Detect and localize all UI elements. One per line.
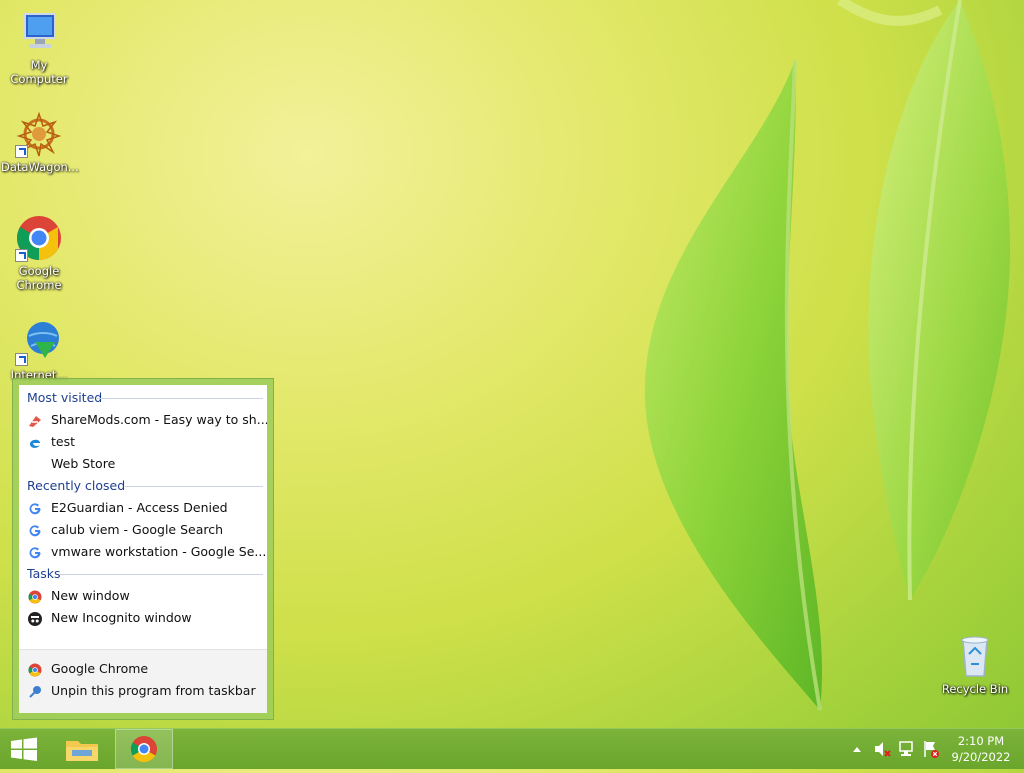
google-icon [28,523,42,537]
desktop-icon-label: DataWagon... [1,160,79,174]
jumplist-item-test[interactable]: test [19,431,267,453]
datawagon-logo-icon [15,110,63,158]
desktop-icon-internet-download-manager[interactable]: Internet... [1,318,77,382]
shortcut-arrow-icon [15,353,28,366]
taskbar-clock[interactable]: 2:10 PM 9/20/2022 [948,729,1014,773]
computer-icon [15,8,63,56]
action-center-button[interactable] [921,729,941,769]
volume-muted-button[interactable] [872,729,892,769]
chrome-icon [28,662,42,677]
file-explorer-button[interactable] [58,729,106,769]
jumplist-pinned-section: Google Chrome Unpin this program from ta… [19,649,267,713]
jumplist-item-e2guardian[interactable]: E2Guardian - Access Denied [19,497,267,519]
desktop-icon-my-computer[interactable]: My Computer [1,8,77,86]
shortcut-arrow-icon [15,249,28,262]
chevron-up-icon [853,747,861,752]
section-tasks: Tasks [19,563,267,585]
network-icon [899,741,913,756]
chrome-icon [15,214,63,262]
windows-logo-icon [11,737,37,761]
desktop-icon-datawagon[interactable]: DataWagon... [1,110,79,174]
clock-time: 2:10 PM [957,734,1005,748]
google-icon [28,501,42,515]
desktop-icon-label: Recycle Bin [941,682,1009,696]
jumplist-item-new-window[interactable]: New window [19,585,267,607]
google-icon [28,545,42,559]
jumplist-item-google-chrome[interactable]: Google Chrome [19,658,267,680]
show-hidden-icons-button[interactable] [850,729,864,769]
jumplist-item-sharemods[interactable]: ShareMods.com - Easy way to sh... [19,409,267,431]
chrome-jumplist: Most visited ShareMods.com - Easy way to… [19,385,267,713]
flag-error-icon [924,741,939,758]
chrome-icon [130,736,157,763]
chrome-icon [28,589,42,604]
taskbar: 2:10 PM 9/20/2022 [0,728,1024,769]
desktop-icon-recycle-bin[interactable]: Recycle Bin [937,632,1013,696]
jumplist-item-web-store[interactable]: Web Store [19,453,267,475]
start-button[interactable] [0,729,48,769]
jumplist-item-new-incognito-window[interactable]: New Incognito window [19,607,267,629]
globe-download-icon [15,318,63,366]
section-most-visited: Most visited [19,387,267,409]
taskbar-chrome-button[interactable] [115,729,173,769]
speaker-muted-icon [875,742,891,757]
section-recently-closed: Recently closed [19,475,267,497]
jumplist-item-unpin[interactable]: Unpin this program from taskbar [19,680,267,702]
jumplist-item-calub-viem[interactable]: calub viem - Google Search [19,519,267,541]
unpin-icon [28,684,42,698]
desktop-icon-label: Google Chrome [16,264,62,292]
incognito-icon [28,611,42,626]
jumplist-item-vmware[interactable]: vmware workstation - Google Se... [19,541,267,563]
clock-date: 9/20/2022 [951,750,1011,764]
recycle-bin-icon [951,632,999,680]
network-status-button[interactable] [897,729,917,769]
desktop-icon-google-chrome[interactable]: Google Chrome [1,214,77,292]
shortcut-arrow-icon [15,145,28,158]
desktop-icon-label: My Computer [10,58,68,86]
folder-icon [66,741,98,761]
sharemods-icon [28,413,42,427]
edge-icon [28,435,42,449]
